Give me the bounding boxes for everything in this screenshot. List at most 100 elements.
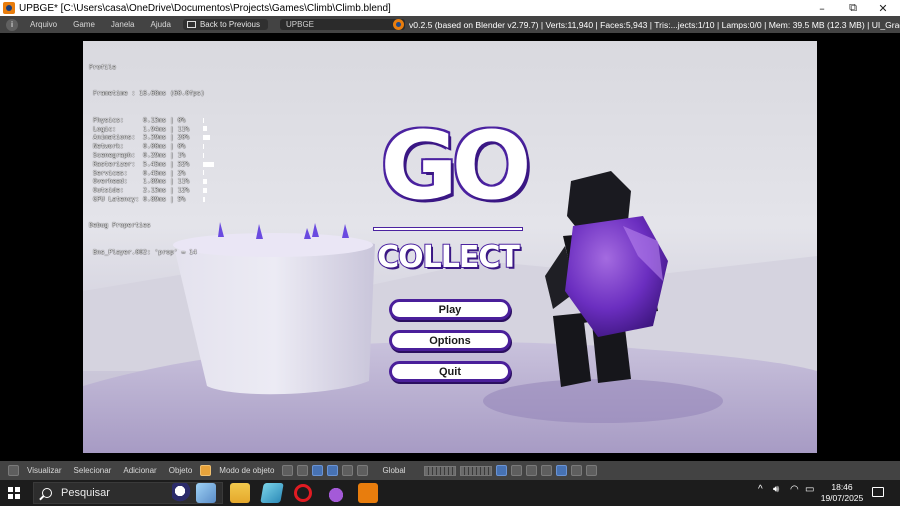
snap-icon[interactable] xyxy=(540,465,552,476)
profile-row-bar xyxy=(203,144,204,150)
back-to-previous-label: Back to Previous xyxy=(199,20,260,29)
profile-row-bar xyxy=(203,117,204,123)
profile-row-label: GPU Latency: xyxy=(93,194,140,203)
editor-type-icon[interactable] xyxy=(8,465,19,476)
taskbar-clock[interactable]: 18:46 19/07/2025 xyxy=(818,482,866,504)
battery-icon[interactable]: ▭ xyxy=(805,484,814,495)
close-button[interactable]: ✕ xyxy=(868,0,898,16)
object-mode-icon xyxy=(200,465,212,476)
notification-icon[interactable] xyxy=(872,487,884,497)
profile-row-value: 0.13ms | 0% xyxy=(143,115,186,124)
mode-selector[interactable]: Modo de objeto xyxy=(213,466,280,475)
menu-janela[interactable]: Janela xyxy=(103,20,143,29)
app-icon[interactable] xyxy=(260,483,284,503)
wifi-icon[interactable]: ◠ xyxy=(790,484,799,495)
profile-row-value: 0.89ms | 5% xyxy=(143,194,186,203)
blender-logo-icon xyxy=(393,19,404,30)
minimize-button[interactable]: – xyxy=(807,0,837,16)
maximize-button[interactable]: ⧉ xyxy=(838,0,868,16)
logo-go-text: GO xyxy=(379,112,533,221)
opengl-render-icon[interactable] xyxy=(585,465,597,476)
profile-row-bar xyxy=(203,170,204,176)
profile-row-bar xyxy=(203,196,205,202)
camera-icon[interactable] xyxy=(570,465,582,476)
upbge-taskbar-icon[interactable] xyxy=(358,483,378,503)
widget-icon[interactable] xyxy=(196,483,216,503)
profile-row-value: 1.89ms | 11% xyxy=(143,177,190,186)
app-icon[interactable] xyxy=(326,483,346,503)
menu-arquivo[interactable]: Arquivo xyxy=(22,20,65,29)
game-viewport[interactable]: Profile Frametime : 16.68ms (60.0fps) Ph… xyxy=(83,41,817,453)
profile-row-value: 5.45ms | 32% xyxy=(143,159,190,168)
options-button[interactable]: Options xyxy=(389,330,511,351)
orientation-selector[interactable]: Global xyxy=(376,466,411,475)
layer-buttons-b[interactable] xyxy=(459,465,492,476)
profile-row-value: 3.39ms | 20% xyxy=(143,133,190,142)
profile-row-bar xyxy=(203,152,204,158)
search-icon xyxy=(42,488,52,498)
profile-row-bar xyxy=(203,126,207,132)
crystal xyxy=(304,228,311,239)
translate-icon[interactable] xyxy=(327,465,339,476)
file-explorer-icon[interactable] xyxy=(230,483,250,503)
lock-layers-icon[interactable] xyxy=(495,465,507,476)
debug-property: Bns_Player.002: 'prop' = 14 xyxy=(93,247,197,256)
quit-button[interactable]: Quit xyxy=(389,361,511,382)
profile-rows: Physics: 0.13ms | 0% Logic: 1.94ms | 11% Ani… xyxy=(89,115,215,204)
menu-ajuda[interactable]: Ajuda xyxy=(143,20,179,29)
play-button[interactable]: Play xyxy=(389,299,511,320)
profile-row-label: Scenegraph: xyxy=(93,150,136,159)
clock-time: 18:46 xyxy=(831,482,853,492)
blender-info-header: i Arquivo Game Janela Ajuda Back to Prev… xyxy=(0,16,900,33)
profile-row-value: 2.13ms | 12% xyxy=(143,186,190,195)
shading-icon[interactable] xyxy=(282,465,294,476)
frametime-readout: Frametime : 16.68ms (60.0fps) xyxy=(93,89,205,98)
soccer-ball-widget-icon[interactable] xyxy=(172,483,192,503)
layer-buttons-a[interactable] xyxy=(423,465,456,476)
info-editor-icon[interactable]: i xyxy=(6,18,18,31)
menu-visualizar[interactable]: Visualizar xyxy=(21,466,68,475)
profile-row: Outside: 2.13ms | 12% xyxy=(89,186,214,195)
scale-icon[interactable] xyxy=(357,465,369,476)
speaker-icon[interactable]: 🔊︎ xyxy=(773,484,779,495)
show-hidden-icons[interactable]: ^ xyxy=(758,484,763,495)
menu-objeto[interactable]: Objeto xyxy=(163,466,199,475)
menu-selecionar[interactable]: Selecionar xyxy=(68,466,118,475)
menu-adicionar[interactable]: Adicionar xyxy=(117,466,162,475)
opera-browser-icon[interactable] xyxy=(294,484,312,502)
snap-target-icon[interactable] xyxy=(555,465,567,476)
logo-collect-text: COLLECT xyxy=(376,240,521,276)
profile-row-label: Rasterizer: xyxy=(93,159,136,168)
render-icon[interactable] xyxy=(510,465,522,476)
profile-header: Profile xyxy=(89,62,116,71)
menu-game[interactable]: Game xyxy=(65,20,103,29)
stats-readout: v0.2.5 (based on Blender v2.79.7) | Vert… xyxy=(393,16,900,33)
rotate-icon[interactable] xyxy=(342,465,354,476)
profile-row: Animations: 3.39ms | 20% xyxy=(89,133,214,142)
windows-start-icon[interactable] xyxy=(8,487,20,499)
screen-icon xyxy=(186,21,196,28)
logo-divider xyxy=(373,227,523,231)
viewport-header: Visualizar Selecionar Adicionar Objeto M… xyxy=(0,461,900,480)
profile-row: GPU Latency: 0.89ms | 5% xyxy=(89,195,214,204)
proportional-icon[interactable] xyxy=(525,465,537,476)
manipulator-icon[interactable] xyxy=(312,465,324,476)
pivot-icon[interactable] xyxy=(297,465,309,476)
windows-taskbar: Pesquisar ^ 🔊︎ ◠ ▭ 18:46 19/07/2025 xyxy=(0,480,900,506)
profile-row-bar xyxy=(203,188,208,194)
scene-selector[interactable]: UPBGE xyxy=(280,19,405,30)
taskbar-search-box[interactable]: Pesquisar xyxy=(33,482,223,504)
window-title: UPBGE* [C:\Users\casa\OneDrive\Documento… xyxy=(19,2,391,14)
crystal xyxy=(256,224,263,239)
profile-row-bar xyxy=(203,135,210,141)
profile-row-label: Animations: xyxy=(93,133,136,142)
profile-row-bar xyxy=(203,179,207,185)
character-shadow xyxy=(483,379,723,423)
profile-overlay: Profile Frametime : 16.68ms (60.0fps) Ph… xyxy=(89,45,215,274)
profile-row: Network: 0.00ms | 0% xyxy=(89,142,214,151)
profile-row-value: 0.00ms | 0% xyxy=(143,142,186,151)
back-to-previous-button[interactable]: Back to Previous xyxy=(182,19,268,30)
stats-text: v0.2.5 (based on Blender v2.79.7) | Vert… xyxy=(409,19,900,30)
profile-row: Overhead: 1.89ms | 11% xyxy=(89,177,214,186)
profile-row: Scenegraph: 0.29ms | 1% xyxy=(89,151,214,160)
